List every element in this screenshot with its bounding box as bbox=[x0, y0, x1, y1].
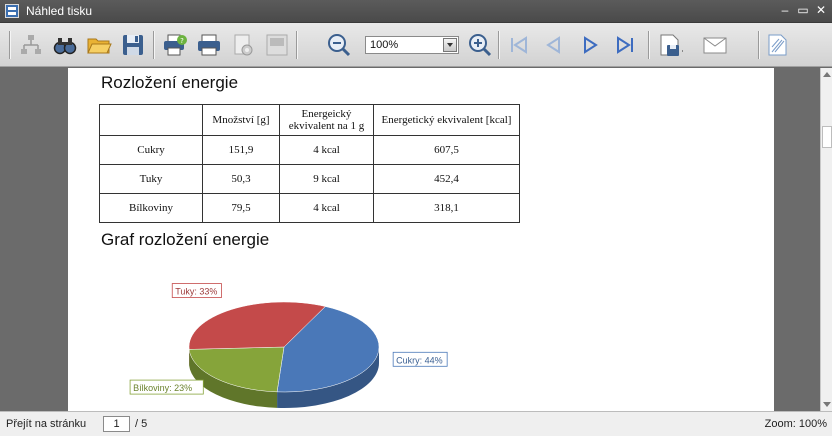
first-page-icon bbox=[511, 36, 527, 54]
document-map-icon bbox=[21, 35, 41, 54]
table-cell: 4 kcal bbox=[279, 135, 374, 165]
save-button[interactable] bbox=[118, 30, 148, 60]
table-header-cell: Energetický ekvivalent [kcal] bbox=[373, 104, 520, 136]
last-page-icon bbox=[617, 36, 633, 54]
export-icon bbox=[266, 34, 288, 56]
first-page-button[interactable] bbox=[504, 30, 534, 60]
table-row: Cukry 151,9 4 kcal 607,5 bbox=[99, 135, 520, 165]
table-header-line: ekvivalent na 1 g bbox=[288, 120, 365, 132]
vertical-scrollbar[interactable] bbox=[820, 68, 832, 411]
zoom-status: Zoom: 100% bbox=[764, 418, 827, 430]
table-header-cell: Energeický ekvivalent na 1 g bbox=[279, 104, 374, 136]
open-icon bbox=[87, 38, 112, 54]
document-page: Rozložení energie Množství [g] Energeick… bbox=[68, 68, 774, 411]
page-total: / 5 bbox=[135, 418, 148, 430]
table-cell: Tuky bbox=[99, 164, 203, 194]
next-page-button[interactable] bbox=[575, 30, 605, 60]
zoom-select-value: 100% bbox=[370, 39, 399, 51]
maximize-icon[interactable]: ▭ bbox=[795, 2, 811, 18]
table-cell: 50,3 bbox=[202, 164, 280, 194]
page-setup-button[interactable]: ? bbox=[160, 30, 190, 60]
find-button[interactable] bbox=[50, 30, 80, 60]
table-cell: Cukry bbox=[99, 135, 203, 165]
table-header-row: Množství [g] Energeický ekvivalent na 1 … bbox=[99, 104, 520, 136]
next-page-icon bbox=[584, 36, 598, 54]
section-heading-energy: Rozložení energie bbox=[101, 73, 239, 92]
print-icon bbox=[198, 34, 220, 56]
toolbar-separator bbox=[498, 31, 499, 59]
pie-label-tuky: Tuky: 33% bbox=[171, 283, 222, 298]
page-setup-icon: ? bbox=[164, 34, 187, 56]
table-row: Bílkoviny 79,5 4 kcal 318,1 bbox=[99, 193, 520, 223]
table-cell: 79,5 bbox=[202, 193, 280, 223]
page-number-input[interactable]: 1 bbox=[103, 416, 130, 432]
toolbar-separator bbox=[296, 31, 297, 59]
toolbar-separator bbox=[9, 31, 10, 59]
table-header-line: Energeický bbox=[301, 108, 352, 120]
zoom-in-button[interactable] bbox=[465, 30, 495, 60]
zoom-in-icon bbox=[469, 34, 492, 57]
app-icon bbox=[5, 4, 19, 18]
scroll-up-icon[interactable] bbox=[823, 72, 831, 77]
scroll-down-icon[interactable] bbox=[823, 402, 831, 407]
section-heading-chart: Graf rozložení energie bbox=[101, 230, 270, 249]
toolbar-separator bbox=[153, 31, 154, 59]
save-as-icon bbox=[660, 34, 683, 56]
table-cell: 318,1 bbox=[373, 193, 520, 223]
previous-page-button[interactable] bbox=[539, 30, 569, 60]
table-header-cell bbox=[99, 104, 203, 136]
table-cell: 452,4 bbox=[373, 164, 520, 194]
svg-text:Cukry: 44%: Cukry: 44% bbox=[396, 355, 443, 365]
close-icon[interactable]: ✕ bbox=[813, 2, 829, 18]
table-row: Tuky 50,3 9 kcal 452,4 bbox=[99, 164, 520, 194]
status-bar: Přejít na stránku 1 / 5 Zoom: 100% bbox=[0, 411, 832, 436]
email-icon bbox=[703, 37, 727, 54]
energy-table: Množství [g] Energeický ekvivalent na 1 … bbox=[99, 104, 520, 223]
print-settings-button[interactable] bbox=[228, 30, 258, 60]
toolbar: ? 100% bbox=[0, 23, 832, 67]
pie-label-bílkoviny: Bílkoviny: 23% bbox=[129, 379, 204, 395]
zoom-out-button[interactable] bbox=[324, 30, 354, 60]
email-button[interactable] bbox=[700, 30, 730, 60]
svg-text:Tuky: 33%: Tuky: 33% bbox=[175, 287, 217, 297]
goto-page-label: Přejít na stránku bbox=[6, 418, 87, 430]
table-cell: 607,5 bbox=[373, 135, 520, 165]
save-icon bbox=[123, 35, 143, 55]
previous-page-icon bbox=[546, 36, 560, 54]
zoom-select[interactable]: 100% bbox=[365, 36, 459, 54]
pie-label-cukry: Cukry: 44% bbox=[392, 351, 448, 367]
title-bar: Náhled tisku – ▭ ✕ bbox=[0, 0, 832, 23]
print-preview-window: Náhled tisku – ▭ ✕ ? 100% Rozložení ener… bbox=[0, 0, 832, 436]
table-cell: 4 kcal bbox=[279, 193, 374, 223]
document-map-button[interactable] bbox=[16, 30, 46, 60]
print-settings-icon bbox=[234, 34, 253, 56]
table-header-cell: Množství [g] bbox=[202, 104, 280, 136]
open-button[interactable] bbox=[84, 30, 114, 60]
toolbar-separator bbox=[648, 31, 649, 59]
minimize-icon[interactable]: – bbox=[777, 2, 793, 18]
print-button[interactable] bbox=[194, 30, 224, 60]
toolbar-separator bbox=[758, 31, 759, 59]
energy-pie-chart: Cukry: 44% Bílkoviny: 23% Tuky: 33% bbox=[99, 252, 519, 411]
table-cell: Bílkoviny bbox=[99, 193, 203, 223]
watermark-button[interactable] bbox=[762, 30, 792, 60]
table-cell: 9 kcal bbox=[279, 164, 374, 194]
chevron-down-icon[interactable] bbox=[443, 38, 457, 52]
watermark-icon bbox=[768, 34, 787, 56]
find-icon bbox=[53, 38, 77, 55]
svg-text:?: ? bbox=[180, 37, 184, 45]
zoom-out-icon bbox=[328, 34, 351, 57]
svg-text:Bílkoviny: 23%: Bílkoviny: 23% bbox=[133, 383, 192, 393]
save-as-button[interactable] bbox=[655, 30, 685, 60]
window-title: Náhled tisku bbox=[26, 4, 93, 18]
last-page-button[interactable] bbox=[610, 30, 640, 60]
preview-area[interactable]: Rozložení energie Množství [g] Energeick… bbox=[0, 68, 820, 411]
scrollbar-thumb[interactable] bbox=[822, 126, 832, 148]
table-cell: 151,9 bbox=[202, 135, 280, 165]
export-button[interactable] bbox=[262, 30, 292, 60]
